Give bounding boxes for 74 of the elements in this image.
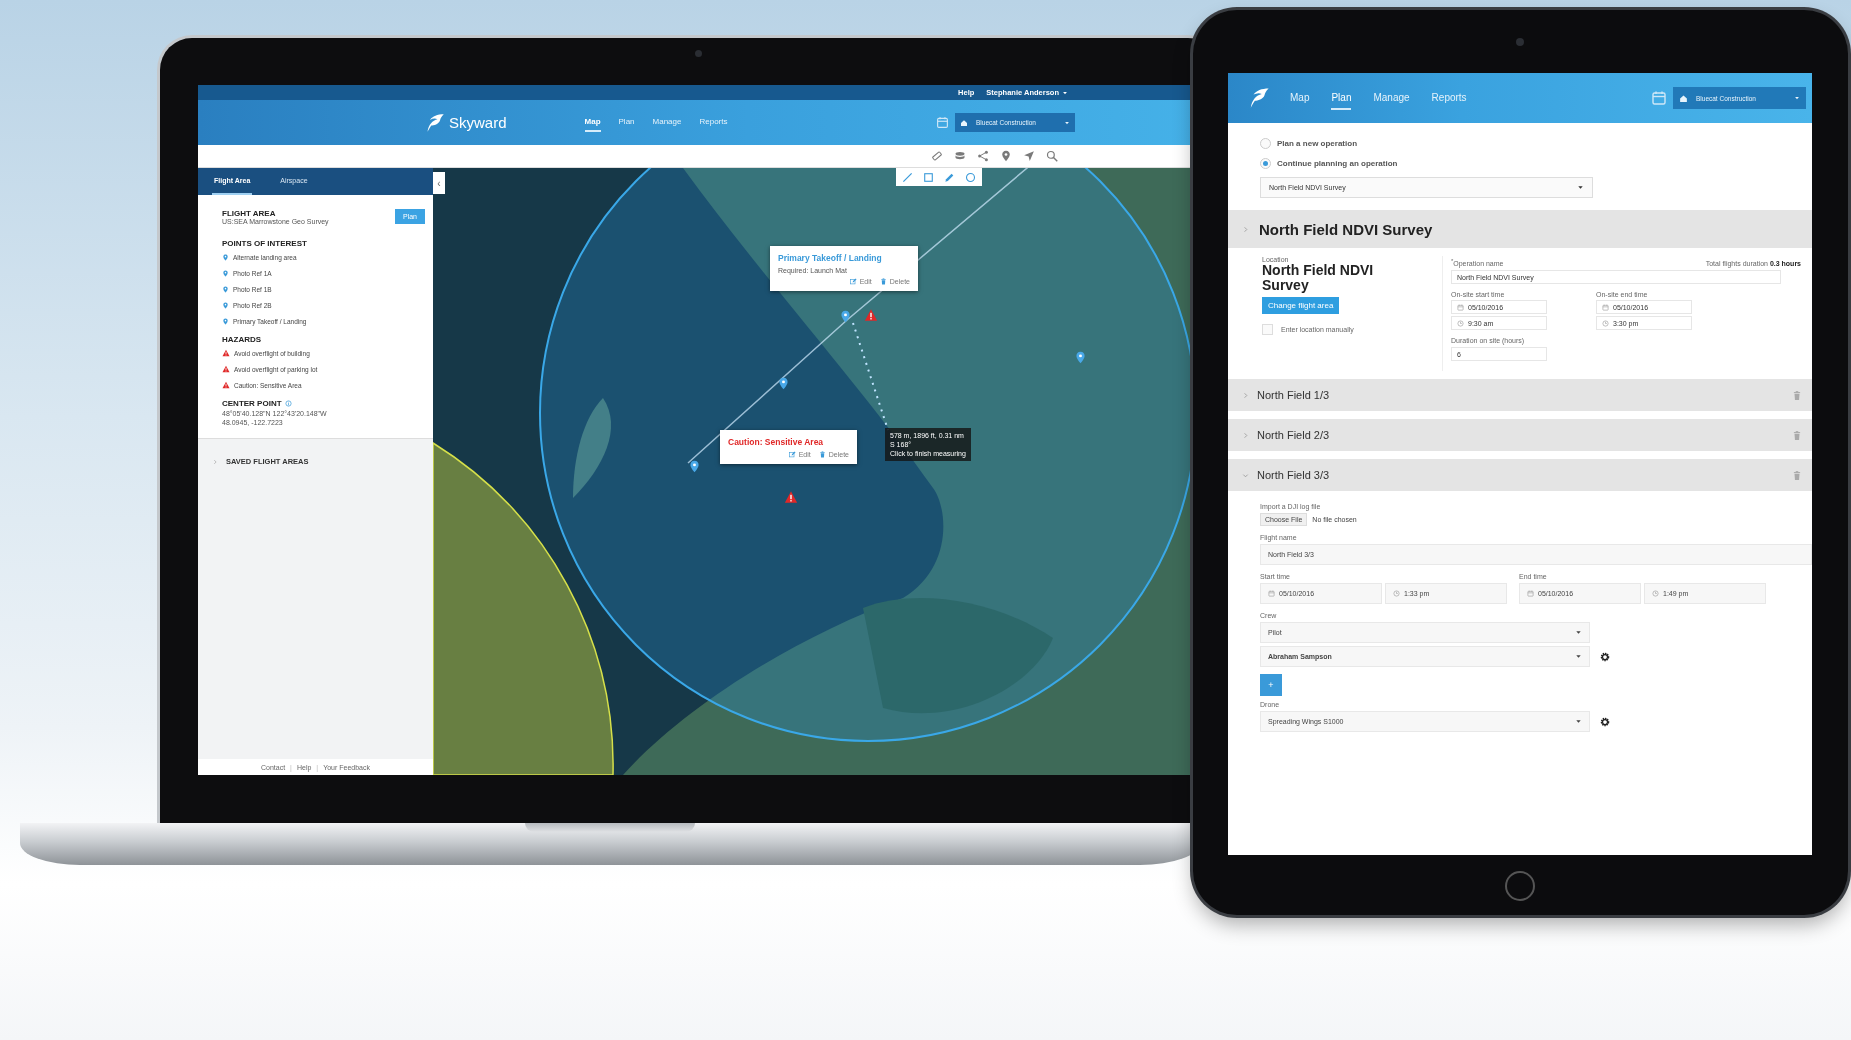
share-nodes-icon[interactable] bbox=[977, 150, 989, 162]
warning-icon[interactable] bbox=[863, 308, 879, 322]
calendar-icon[interactable] bbox=[1651, 90, 1667, 106]
circle-icon[interactable] bbox=[965, 171, 976, 183]
line-icon[interactable] bbox=[902, 171, 913, 183]
calendar-icon bbox=[1602, 303, 1609, 311]
warning-icon[interactable] bbox=[783, 490, 799, 504]
house-icon bbox=[1679, 93, 1688, 103]
chevron-right-icon bbox=[212, 458, 218, 465]
radio-button[interactable] bbox=[1260, 137, 1271, 149]
camera-dot bbox=[694, 50, 702, 57]
section-heading: CENTER POINT bbox=[222, 399, 282, 408]
navigation-arrow-icon[interactable] bbox=[1023, 150, 1035, 162]
map-pin-icon bbox=[222, 316, 229, 326]
calendar-icon[interactable] bbox=[936, 116, 949, 129]
checkbox[interactable] bbox=[1262, 324, 1273, 336]
collapse-sidebar-button[interactable]: ‹ bbox=[433, 172, 445, 194]
chevron-right-icon bbox=[1242, 225, 1249, 233]
pencil-icon[interactable] bbox=[944, 171, 955, 183]
section-heading: POINTS OF INTEREST bbox=[222, 239, 308, 248]
camera-dot bbox=[1516, 38, 1524, 46]
section-heading: HAZARDS bbox=[222, 335, 263, 344]
gear-icon[interactable] bbox=[1600, 651, 1610, 662]
map-pin-icon[interactable] bbox=[839, 308, 852, 325]
popup-title: Caution: Sensitive Area bbox=[728, 437, 825, 447]
caret-icon bbox=[1575, 629, 1582, 637]
map-pin-icon[interactable] bbox=[1074, 349, 1087, 366]
caret-icon bbox=[1794, 95, 1800, 101]
clock-icon bbox=[1457, 319, 1464, 327]
radio-button[interactable] bbox=[1260, 157, 1271, 169]
flight-section-header[interactable]: North Field 3/3 bbox=[1228, 459, 1812, 492]
radio-label: Continue planning an operation bbox=[1277, 158, 1398, 168]
map-pin-icon bbox=[222, 268, 229, 278]
layers-icon[interactable] bbox=[954, 150, 966, 162]
calendar-icon bbox=[1527, 590, 1534, 598]
caret-icon bbox=[1575, 718, 1582, 726]
location-name: North Field NDVI Survey bbox=[1262, 263, 1375, 293]
clock-icon bbox=[1652, 590, 1659, 598]
map-pin-icon bbox=[222, 252, 229, 262]
map-pin-icon[interactable] bbox=[688, 458, 701, 475]
map-pin-icon bbox=[222, 284, 229, 294]
map-pin-icon bbox=[222, 300, 229, 310]
radio-label: Plan a new operation bbox=[1277, 138, 1357, 148]
popup-title: Primary Takeoff / Landing bbox=[778, 253, 883, 263]
map-pin-icon[interactable] bbox=[1000, 150, 1012, 162]
clock-icon bbox=[1602, 319, 1609, 327]
warning-icon bbox=[222, 381, 230, 389]
flight-section-header[interactable]: North Field 2/3 bbox=[1228, 419, 1812, 452]
caret-icon bbox=[1062, 89, 1068, 96]
calendar-icon bbox=[1268, 590, 1275, 598]
square-icon[interactable] bbox=[923, 171, 934, 183]
edit-icon bbox=[849, 278, 857, 285]
caret-icon bbox=[1575, 653, 1582, 661]
brand-name: Skyward bbox=[449, 114, 507, 131]
calendar-icon bbox=[1457, 303, 1464, 311]
ruler-icon[interactable] bbox=[931, 150, 943, 162]
operation-header[interactable]: North Field NDVI Survey bbox=[1228, 210, 1812, 248]
home-button[interactable] bbox=[1505, 871, 1535, 901]
bird-logo-icon bbox=[425, 112, 445, 133]
clock-icon bbox=[1393, 590, 1400, 598]
info-icon bbox=[284, 400, 292, 407]
caret-icon bbox=[1577, 184, 1584, 191]
warning-icon bbox=[222, 365, 230, 373]
flight-section-header[interactable]: North Field 1/3 bbox=[1228, 379, 1812, 412]
section-heading: FLIGHT AREA bbox=[222, 209, 277, 218]
caret-icon bbox=[1064, 119, 1070, 126]
gear-icon[interactable] bbox=[1600, 716, 1610, 727]
search-icon[interactable] bbox=[1046, 150, 1058, 162]
trash-icon bbox=[879, 278, 887, 285]
trash-icon bbox=[818, 451, 826, 458]
map-pin-icon[interactable] bbox=[777, 375, 790, 392]
warning-icon bbox=[222, 349, 230, 357]
house-icon bbox=[960, 118, 968, 127]
edit-icon bbox=[788, 451, 796, 458]
